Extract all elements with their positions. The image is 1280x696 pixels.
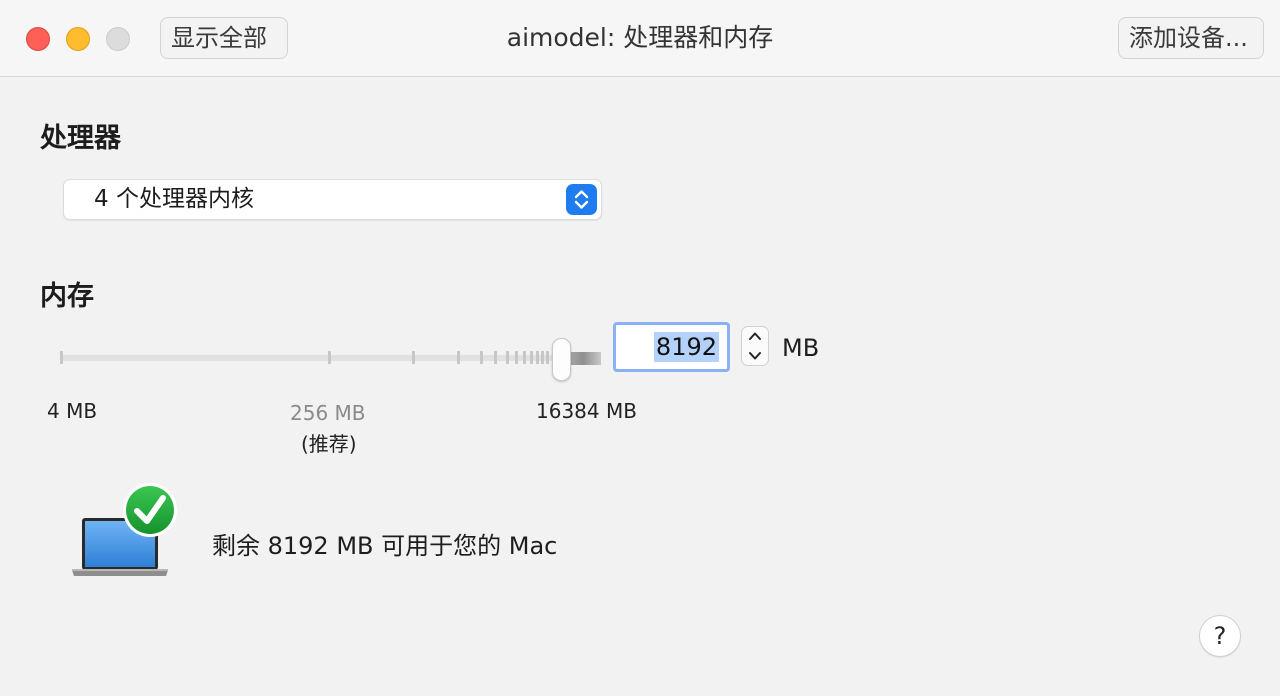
- memory-value-text: 8192: [653, 332, 719, 362]
- scale-recommended-note: (推荐): [301, 432, 357, 456]
- stepper-down-icon[interactable]: [742, 346, 768, 365]
- available-memory-status: 剩余 8192 MB 可用于您的 Mac: [212, 532, 558, 560]
- slider-tick: [480, 351, 483, 364]
- slider-tick: [530, 351, 533, 364]
- slider-tick: [546, 351, 549, 364]
- slider-tick: [60, 351, 63, 364]
- scale-min-label: 4 MB: [47, 399, 98, 423]
- slider-tick: [457, 351, 460, 364]
- add-device-button[interactable]: 添加设备...: [1118, 17, 1264, 59]
- stepper-up-icon[interactable]: [742, 327, 768, 346]
- memory-stepper[interactable]: [741, 326, 769, 366]
- slider-tick: [506, 351, 509, 364]
- memory-unit-label: MB: [782, 334, 820, 362]
- window-title: aimodel: 处理器和内存: [506, 23, 774, 52]
- processor-section-title: 处理器: [40, 123, 121, 154]
- popup-chevrons-icon: [566, 184, 597, 215]
- scale-recommended-label: 256 MB: [290, 401, 366, 425]
- slider-tick: [541, 351, 544, 364]
- slider-tick: [328, 351, 331, 364]
- processor-cores-popup[interactable]: 4 个处理器内核: [63, 179, 602, 220]
- scale-max-label: 16384 MB: [536, 399, 637, 423]
- slider-knob[interactable]: [552, 338, 571, 381]
- slider-tick: [515, 351, 518, 364]
- help-button[interactable]: ?: [1199, 615, 1241, 657]
- slider-tick: [523, 351, 526, 364]
- laptop-checkmark-icon: [70, 480, 182, 580]
- memory-section-title: 内存: [40, 281, 94, 312]
- preferences-window: 显示全部 aimodel: 处理器和内存 添加设备... 处理器 4 个处理器内…: [0, 0, 1280, 696]
- slider-tick: [412, 351, 415, 364]
- processor-cores-value: 4 个处理器内核: [94, 186, 254, 212]
- memory-value-field[interactable]: 8192: [613, 322, 730, 372]
- slider-tick: [536, 351, 539, 364]
- title-bar: 显示全部 aimodel: 处理器和内存 添加设备...: [0, 0, 1280, 77]
- slider-tick: [494, 351, 497, 364]
